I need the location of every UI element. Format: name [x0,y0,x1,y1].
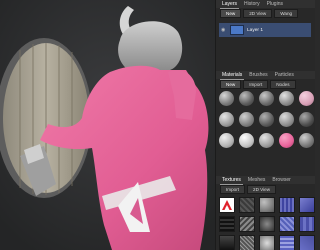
new-material-button[interactable]: New [220,80,242,89]
layers-tabbar: Layers History Plugins [216,0,315,9]
tab-particles[interactable]: Particles [273,71,296,79]
texture-tile[interactable] [259,216,275,232]
tab-layers[interactable]: Layers [220,0,240,9]
tab-plugins[interactable]: Plugins [265,0,285,8]
a-logo-icon [222,200,232,210]
import-material-button[interactable]: Import [243,80,269,89]
tab-textures[interactable]: Textures [220,176,243,185]
material-swatch[interactable] [259,112,274,127]
layer-thumbnail [230,25,244,35]
texture-tile[interactable] [259,197,275,213]
eye-icon[interactable]: ◉ [221,27,227,33]
texture-grid [219,197,315,250]
material-swatch[interactable] [219,112,234,127]
material-swatch[interactable] [219,133,234,148]
side-panel: Layers History Plugins New 2D View Wang … [215,0,315,250]
textures-2d-view-button[interactable]: 2D View [247,185,277,194]
tab-meshes[interactable]: Meshes [246,176,268,184]
material-swatch[interactable] [299,112,314,127]
material-swatch[interactable] [219,91,234,106]
material-swatch[interactable] [299,133,314,148]
textures-toolbar: Import 2D View [216,185,315,194]
materials-tabbar: Materials Brushes Particles [216,71,315,80]
material-swatch[interactable] [239,112,254,127]
texture-logo-tile[interactable] [219,197,235,213]
material-swatch[interactable] [259,91,274,106]
texture-tile[interactable] [299,197,315,213]
new-layer-button[interactable]: New [220,9,242,18]
material-swatch[interactable] [259,133,274,148]
texture-tile[interactable] [239,216,255,232]
layers-toolbar: New 2D View Wang [216,9,315,18]
texture-tile[interactable] [239,235,255,250]
layer-name: Layer 1 [247,27,263,33]
layer-row[interactable]: ◉ Layer 1 [219,23,311,37]
textures-tabbar: Textures Meshes Browser [216,176,315,185]
material-grid [219,91,314,148]
texture-tile[interactable] [299,216,315,232]
texture-tile[interactable] [219,235,235,250]
layers-2d-view-button[interactable]: 2D View [243,9,273,18]
import-texture-button[interactable]: Import [220,185,246,194]
texture-tile[interactable] [299,235,315,250]
nodes-button[interactable]: Nodes [270,80,296,89]
texture-tile[interactable] [279,197,295,213]
tab-brushes[interactable]: Brushes [247,71,269,79]
tab-browser[interactable]: Browser [270,176,292,184]
texture-tile[interactable] [219,216,235,232]
material-swatch[interactable] [239,91,254,106]
tab-history[interactable]: History [242,0,262,8]
texture-tile[interactable] [259,235,275,250]
material-swatch[interactable] [239,133,254,148]
3d-viewport[interactable] [0,0,215,250]
texture-tile[interactable] [279,235,295,250]
materials-toolbar: New Import Nodes [216,80,315,89]
material-swatch-pink[interactable] [279,133,294,148]
wang-button[interactable]: Wang [274,9,299,18]
material-swatch[interactable] [279,112,294,127]
material-swatch[interactable] [299,91,314,106]
tab-materials[interactable]: Materials [220,71,245,80]
viking-model-render [0,0,215,250]
texture-tile[interactable] [239,197,255,213]
material-swatch[interactable] [279,91,294,106]
texture-tile[interactable] [279,216,295,232]
